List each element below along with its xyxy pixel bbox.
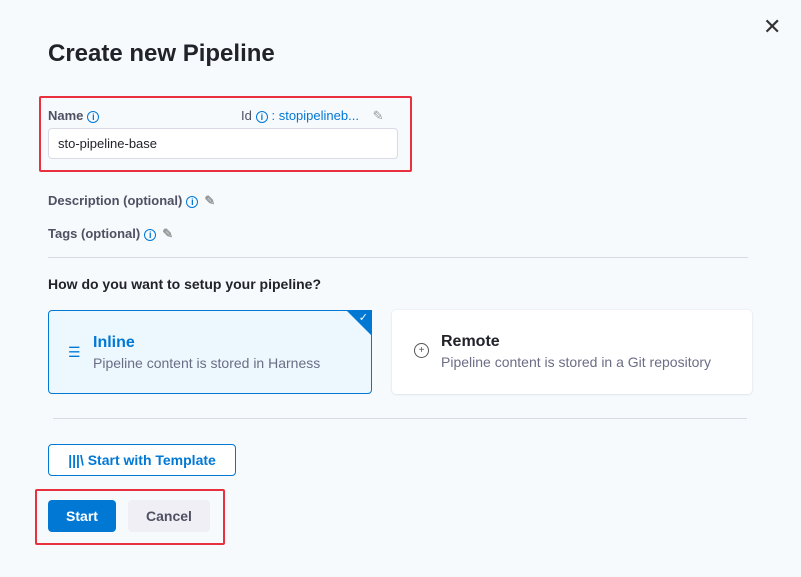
stored-in-harness-icon: ☰ [68, 344, 81, 360]
start-button[interactable]: Start [48, 500, 116, 532]
git-remote-icon: + [414, 343, 429, 358]
cancel-button[interactable]: Cancel [128, 500, 210, 532]
id-separator: : [271, 108, 276, 123]
setup-question: How do you want to setup your pipeline? [48, 276, 321, 292]
id-value: stopipelineb... [278, 108, 359, 123]
check-icon: ✓ [358, 312, 368, 324]
template-icon: |||\ [68, 452, 84, 468]
description-label: Description (optional) [48, 193, 183, 208]
template-label: Start with Template [87, 452, 216, 468]
tags-row[interactable]: Tags (optional) i ✎ [48, 226, 173, 242]
remote-description: Pipeline content is stored in a Git repo… [441, 354, 712, 370]
inline-description: Pipeline content is stored in Harness [93, 355, 321, 371]
dialog-title: Create new Pipeline [48, 40, 275, 67]
id-label: Id [241, 108, 252, 123]
name-label: Name i [48, 108, 100, 123]
close-icon[interactable]: ✕ [763, 14, 781, 40]
remote-title: Remote [441, 333, 500, 350]
name-input[interactable]: sto-pipeline-base [48, 128, 398, 159]
info-icon: i [186, 195, 199, 208]
edit-tags-pencil-icon[interactable]: ✎ [162, 226, 173, 241]
info-icon: i [255, 110, 268, 123]
info-icon: i [144, 228, 157, 241]
edit-id-pencil-icon[interactable]: ✎ [373, 108, 384, 123]
divider [53, 418, 747, 419]
edit-description-pencil-icon[interactable]: ✎ [204, 193, 215, 208]
name-label-text: Name [48, 108, 84, 123]
remote-option-card[interactable]: + Remote Pipeline content is stored in a… [392, 310, 752, 394]
description-row[interactable]: Description (optional) i ✎ [48, 193, 215, 209]
tags-label: Tags (optional) [48, 226, 141, 241]
start-with-template-button[interactable]: |||\ Start with Template [48, 444, 236, 476]
divider [48, 257, 748, 258]
inline-title: Inline [93, 334, 135, 351]
inline-option-card[interactable]: ✓ ☰ Inline Pipeline content is stored in… [48, 310, 372, 394]
id-row: Id i : stopipelineb... ✎ [241, 108, 383, 124]
info-icon: i [87, 110, 100, 123]
